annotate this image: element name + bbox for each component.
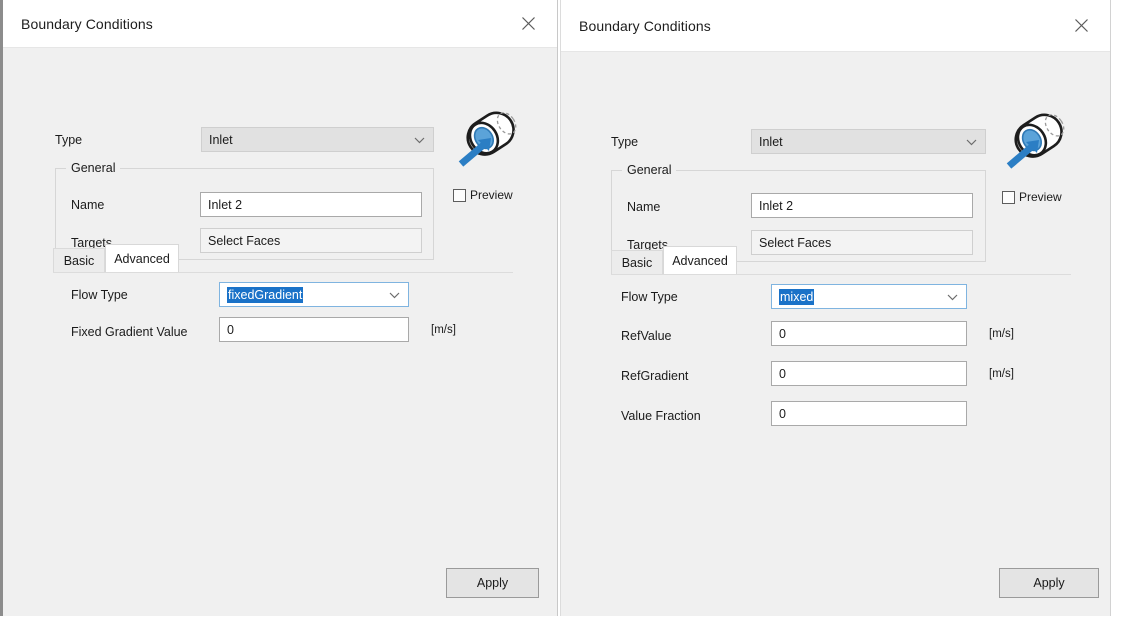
type-combobox[interactable]: Inlet bbox=[751, 129, 986, 154]
field-input-value-1: 0 bbox=[779, 366, 786, 381]
field-input-value-0: 0 bbox=[779, 326, 786, 341]
name-label: Name bbox=[627, 200, 661, 214]
preview-checkbox-row[interactable]: Preview bbox=[453, 188, 513, 202]
tabstrip-underline bbox=[611, 274, 1071, 275]
general-groupbox-title: General bbox=[66, 161, 121, 175]
tab-basic[interactable]: Basic bbox=[53, 248, 105, 272]
dialog-title: Boundary Conditions bbox=[21, 15, 153, 32]
dialog-body: Type Inlet General Name Inlet 2 Targets … bbox=[561, 52, 1110, 620]
screenshot-root: Boundary Conditions Type Inlet General N… bbox=[0, 0, 1122, 630]
flow-type-combobox-value: mixed bbox=[779, 288, 815, 305]
preview-label: Preview bbox=[1019, 190, 1062, 204]
field-input-value-0: 0 bbox=[227, 322, 234, 337]
type-label: Type bbox=[611, 135, 639, 149]
field-unit-0: [m/s] bbox=[989, 328, 1014, 340]
chevron-down-icon bbox=[947, 290, 958, 304]
type-label: Type bbox=[55, 133, 83, 147]
tab-basic-label: Basic bbox=[63, 253, 95, 268]
preview-checkbox[interactable] bbox=[1002, 190, 1015, 204]
field-unit-1: [m/s] bbox=[989, 368, 1014, 380]
close-icon[interactable] bbox=[1058, 0, 1104, 51]
tab-basic-label: Basic bbox=[621, 255, 653, 270]
pipe-inlet-icon-glyph bbox=[1006, 113, 1065, 169]
apply-button[interactable]: Apply bbox=[446, 568, 539, 598]
field-input-0[interactable]: 0 bbox=[219, 317, 409, 342]
titlebar: Boundary Conditions bbox=[3, 0, 557, 48]
apply-button[interactable]: Apply bbox=[999, 568, 1099, 598]
tabstrip: Basic Advanced bbox=[611, 246, 1071, 276]
name-input[interactable]: Inlet 2 bbox=[751, 193, 973, 218]
boundary-conditions-dialog-right: Boundary Conditions Type Inlet General N… bbox=[560, 0, 1111, 620]
pipe-inlet-icon-glyph bbox=[458, 111, 517, 167]
titlebar: Boundary Conditions bbox=[561, 0, 1110, 52]
field-input-0[interactable]: 0 bbox=[771, 321, 967, 346]
chevron-down-icon bbox=[389, 288, 400, 302]
dialog-body: Type Inlet General Name Inlet 2 Targets … bbox=[3, 48, 557, 616]
apply-button-label: Apply bbox=[1033, 576, 1065, 590]
page-bottom-strip bbox=[0, 616, 1122, 630]
type-combobox-value: Inlet bbox=[209, 132, 233, 147]
field-label-2: Value Fraction bbox=[621, 409, 701, 423]
tab-advanced-label: Advanced bbox=[114, 251, 170, 266]
name-label: Name bbox=[71, 198, 105, 212]
pipe-inlet-icon bbox=[453, 100, 531, 177]
tab-basic[interactable]: Basic bbox=[611, 250, 663, 274]
flow-type-combobox-value: fixedGradient bbox=[227, 286, 304, 303]
tab-advanced[interactable]: Advanced bbox=[105, 244, 179, 272]
tabstrip: Basic Advanced bbox=[53, 244, 513, 274]
preview-checkbox-row[interactable]: Preview bbox=[1002, 190, 1062, 204]
boundary-conditions-dialog-left: Boundary Conditions Type Inlet General N… bbox=[0, 0, 558, 616]
dialog-title: Boundary Conditions bbox=[579, 17, 711, 34]
name-input-value: Inlet 2 bbox=[208, 197, 243, 212]
preview-label: Preview bbox=[470, 188, 513, 202]
field-input-2[interactable]: 0 bbox=[771, 401, 967, 426]
field-label-1: RefGradient bbox=[621, 369, 689, 383]
tab-advanced[interactable]: Advanced bbox=[663, 246, 737, 274]
tabstrip-underline bbox=[53, 272, 513, 273]
name-input[interactable]: Inlet 2 bbox=[200, 192, 422, 217]
preview-checkbox[interactable] bbox=[453, 188, 466, 202]
flow-type-combobox[interactable]: mixed bbox=[771, 284, 967, 309]
field-label-0: Fixed Gradient Value bbox=[71, 325, 188, 339]
general-groupbox-title: General bbox=[622, 163, 677, 177]
type-combobox[interactable]: Inlet bbox=[201, 127, 434, 152]
name-input-value: Inlet 2 bbox=[759, 198, 794, 213]
flow-type-label: Flow Type bbox=[621, 290, 678, 304]
field-input-value-2: 0 bbox=[779, 406, 786, 421]
chevron-down-icon bbox=[966, 135, 977, 149]
close-icon-glyph bbox=[521, 17, 535, 30]
chevron-down-icon bbox=[414, 133, 425, 147]
close-icon-glyph bbox=[1074, 19, 1088, 32]
pipe-inlet-icon bbox=[1001, 102, 1079, 179]
field-label-0: RefValue bbox=[621, 329, 672, 343]
field-input-1[interactable]: 0 bbox=[771, 361, 967, 386]
apply-button-label: Apply bbox=[476, 576, 509, 590]
flow-type-combobox[interactable]: fixedGradient bbox=[219, 282, 409, 307]
type-combobox-value: Inlet bbox=[759, 134, 783, 149]
tab-advanced-label: Advanced bbox=[672, 253, 728, 268]
close-icon[interactable] bbox=[505, 0, 551, 47]
flow-type-label: Flow Type bbox=[71, 288, 128, 302]
field-unit-0: [m/s] bbox=[431, 324, 456, 336]
